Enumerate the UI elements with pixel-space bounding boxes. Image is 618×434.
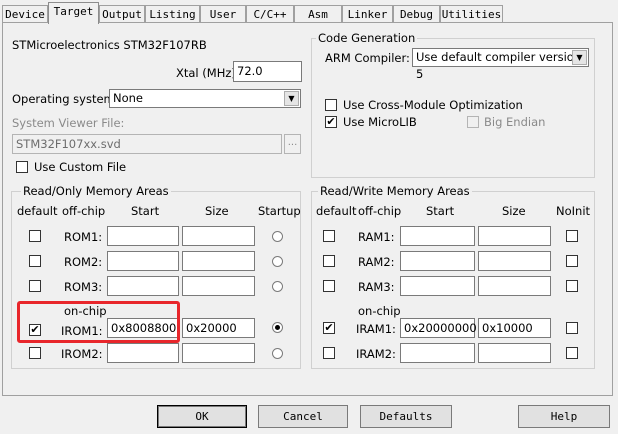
iram1-default-checkbox[interactable]: ✔ xyxy=(323,322,335,334)
rw-onchip-label: on-chip xyxy=(358,304,401,318)
rom2-startup-radio[interactable] xyxy=(272,256,283,267)
tab-listing[interactable]: Listing xyxy=(145,5,200,22)
iram1-size-input[interactable]: 0x10000 xyxy=(478,318,551,338)
microlib-label: Use MicroLIB xyxy=(343,115,417,129)
rw-header-size: Size xyxy=(502,204,526,218)
os-label: Operating system: xyxy=(12,92,119,106)
ram1-label: RAM1: xyxy=(358,230,395,244)
codegen-title: Code Generation xyxy=(316,31,418,45)
cross-module-checkbox[interactable] xyxy=(325,99,337,111)
ram1-default-checkbox[interactable] xyxy=(323,230,335,242)
irom2-start-input[interactable] xyxy=(107,343,179,363)
custom-file-label: Use Custom File xyxy=(34,160,127,174)
cancel-button[interactable]: Cancel xyxy=(258,405,348,428)
rom2-start-input[interactable] xyxy=(107,251,179,271)
ram1-start-input[interactable] xyxy=(400,226,475,246)
irom1-startup-radio[interactable] xyxy=(272,322,283,333)
irom2-label: IROM2: xyxy=(61,347,103,361)
tab-target[interactable]: Target xyxy=(48,2,99,24)
compiler-label: ARM Compiler: xyxy=(325,51,410,65)
rom1-label: ROM1: xyxy=(64,230,103,244)
compiler-select[interactable]: Use default compiler version 5 ▼ xyxy=(412,48,589,81)
rw-header-noinit: NoInit xyxy=(556,204,591,218)
iram1-start-input[interactable]: 0x20000000 xyxy=(400,318,477,338)
ok-button[interactable]: OK xyxy=(157,405,247,428)
rw-header-offchip: off-chip xyxy=(358,204,402,218)
rom1-startup-radio[interactable] xyxy=(272,231,283,242)
svd-label: System Viewer File: xyxy=(12,116,125,130)
tab-linker[interactable]: Linker xyxy=(342,5,393,22)
iram2-label: IRAM2: xyxy=(356,347,396,361)
iram2-default-checkbox[interactable] xyxy=(323,347,335,359)
iram2-size-input[interactable] xyxy=(478,343,551,363)
big-endian-label: Big Endian xyxy=(484,115,546,129)
rom2-default-checkbox[interactable] xyxy=(29,255,41,267)
ram2-noinit-checkbox[interactable] xyxy=(566,255,578,267)
ro-header-startup: Startup xyxy=(258,204,301,218)
help-button[interactable]: Help xyxy=(518,405,610,428)
rom3-label: ROM3: xyxy=(64,280,103,294)
irom2-startup-radio[interactable] xyxy=(272,348,283,359)
ram1-noinit-checkbox[interactable] xyxy=(566,230,578,242)
device-name: STMicroelectronics STM32F107RB xyxy=(12,38,207,52)
iram2-noinit-checkbox[interactable] xyxy=(566,347,578,359)
rom3-default-checkbox[interactable] xyxy=(29,280,41,292)
irom2-size-input[interactable] xyxy=(182,343,255,363)
tab-output[interactable]: Output xyxy=(99,5,145,22)
ram2-default-checkbox[interactable] xyxy=(323,255,335,267)
iram1-noinit-checkbox[interactable] xyxy=(566,322,578,334)
cross-module-label: Use Cross-Module Optimization xyxy=(343,98,523,112)
big-endian-checkbox[interactable] xyxy=(467,116,479,128)
os-value: None xyxy=(113,91,144,105)
ram3-label: RAM3: xyxy=(358,280,395,294)
ram2-start-input[interactable] xyxy=(400,251,475,271)
ro-header-default: default xyxy=(17,204,58,218)
ro-header-size: Size xyxy=(205,204,229,218)
rom3-start-input[interactable] xyxy=(107,276,179,296)
irom1-size-input[interactable]: 0x20000 xyxy=(182,318,255,338)
rom3-startup-radio[interactable] xyxy=(272,281,283,292)
ram3-size-input[interactable] xyxy=(478,276,551,296)
rom2-label: ROM2: xyxy=(64,255,103,269)
svd-input[interactable]: STM32F107xx.svd xyxy=(12,134,282,154)
chevron-down-icon[interactable]: ▼ xyxy=(572,50,587,65)
rom1-default-checkbox[interactable] xyxy=(29,230,41,242)
ro-memory-title: Read/Only Memory Areas xyxy=(21,184,171,198)
tab-user[interactable]: User xyxy=(200,5,246,22)
chevron-down-icon[interactable]: ▼ xyxy=(284,91,299,106)
rw-header-default: default xyxy=(316,204,357,218)
rom2-size-input[interactable] xyxy=(182,251,255,271)
ram3-noinit-checkbox[interactable] xyxy=(566,280,578,292)
tab-cpp[interactable]: C/C++ xyxy=(246,5,294,22)
rom1-size-input[interactable] xyxy=(182,226,255,246)
microlib-checkbox[interactable]: ✔ xyxy=(325,116,337,128)
svd-browse-button[interactable]: ... xyxy=(284,134,301,154)
xtal-input[interactable]: 72.0 xyxy=(233,61,302,82)
custom-file-checkbox[interactable] xyxy=(16,161,28,173)
iram2-start-input[interactable] xyxy=(400,343,475,363)
tab-asm[interactable]: Asm xyxy=(294,5,342,22)
rom3-size-input[interactable] xyxy=(182,276,255,296)
tab-device[interactable]: Device xyxy=(2,5,48,22)
rw-memory-title: Read/Write Memory Areas xyxy=(318,184,472,198)
irom2-default-checkbox[interactable] xyxy=(29,347,41,359)
rom1-start-input[interactable] xyxy=(107,226,179,246)
tab-strip: Device Target Output Listing User C/C++ … xyxy=(0,0,618,24)
ro-header-start: Start xyxy=(131,204,160,218)
defaults-button[interactable]: Defaults xyxy=(360,405,452,428)
highlight-box xyxy=(17,301,180,343)
os-select[interactable]: None ▼ xyxy=(109,89,301,108)
iram1-label: IRAM1: xyxy=(356,322,396,336)
tab-debug[interactable]: Debug xyxy=(393,5,440,22)
ram1-size-input[interactable] xyxy=(478,226,551,246)
ram3-default-checkbox[interactable] xyxy=(323,280,335,292)
xtal-label: Xtal (MHz): xyxy=(176,66,240,80)
ram2-label: RAM2: xyxy=(358,255,395,269)
ram2-size-input[interactable] xyxy=(478,251,551,271)
ram3-start-input[interactable] xyxy=(400,276,475,296)
tab-utilities[interactable]: Utilities xyxy=(440,5,503,22)
ro-header-offchip: off-chip xyxy=(62,204,106,218)
rw-header-start: Start xyxy=(426,204,455,218)
